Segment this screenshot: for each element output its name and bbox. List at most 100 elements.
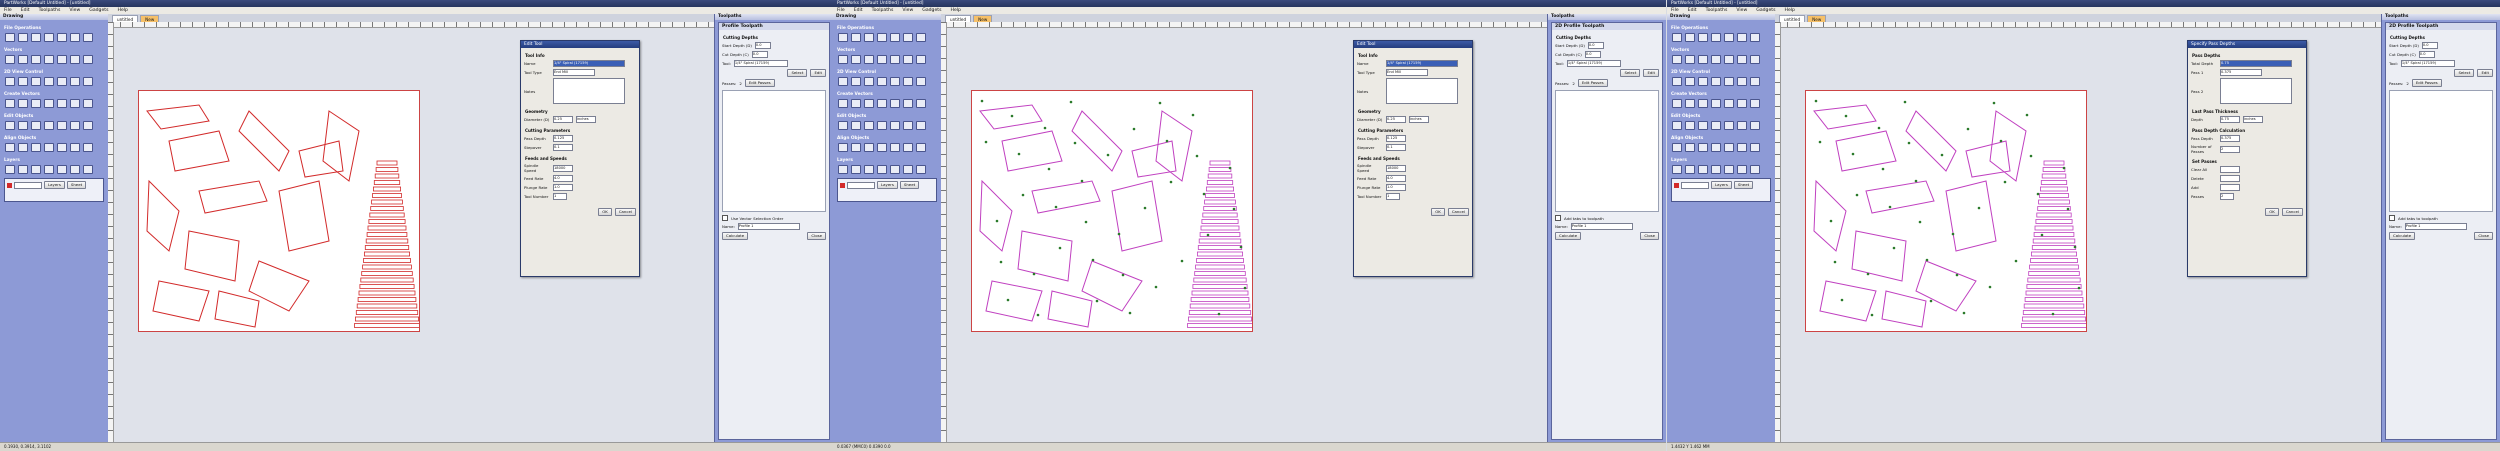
dialog-spindle-input[interactable]: 18000 (1386, 164, 1406, 172)
dialog-diameter-input[interactable]: 0.25 (553, 116, 573, 123)
tool-icon[interactable] (1750, 165, 1760, 174)
tool-icon[interactable] (1711, 165, 1721, 174)
dialog-cancel-button[interactable]: Cancel (1447, 208, 1469, 216)
rung-shape[interactable] (1196, 251, 1243, 257)
tool-icon[interactable] (31, 121, 41, 130)
tool-icon[interactable] (916, 33, 926, 42)
section-file-operations[interactable]: File Operations (1671, 26, 1775, 31)
start-depth-input[interactable]: 0.0 (754, 42, 771, 49)
start-point-marker[interactable] (1021, 193, 1025, 197)
tool-icon[interactable] (70, 143, 80, 152)
start-point-marker[interactable] (1866, 272, 1870, 276)
dialog-feed-rate-input[interactable]: 4.0 (1386, 175, 1406, 182)
start-point-marker[interactable] (1833, 260, 1837, 264)
section-vectors[interactable]: Vectors (1671, 48, 1775, 53)
start-point-marker[interactable] (984, 140, 988, 144)
layer-select[interactable] (1681, 181, 1709, 189)
rung-shape[interactable] (360, 277, 414, 283)
tool-icon[interactable] (903, 33, 913, 42)
start-point-marker[interactable] (1962, 311, 1966, 315)
rung-shape[interactable] (2033, 232, 2075, 237)
tool-icon[interactable] (1685, 55, 1695, 64)
tool-icon[interactable] (44, 55, 54, 64)
cut-depth-input[interactable]: 0.0 (2418, 51, 2435, 58)
vector-shape[interactable] (184, 230, 240, 282)
section-file-operations[interactable]: File Operations (4, 26, 108, 31)
tool-icon[interactable] (1724, 33, 1734, 42)
rung-shape[interactable] (2043, 160, 2065, 166)
rung-shape[interactable] (2030, 251, 2077, 257)
vector-shape[interactable] (1017, 230, 1073, 282)
tool-icon[interactable] (838, 77, 848, 86)
dialog-stepover-input[interactable]: 2 (2220, 145, 2240, 153)
cut-depth-input[interactable]: 0.0 (751, 51, 768, 58)
vector-shape[interactable] (278, 180, 330, 252)
tool-icon[interactable] (864, 77, 874, 86)
dialog-tool-number-input[interactable]: 1 (1386, 193, 1400, 200)
tool-icon[interactable] (1724, 143, 1734, 152)
sheet-button[interactable]: Sheet (66, 181, 87, 189)
start-point-marker[interactable] (999, 260, 1003, 264)
tool-icon[interactable] (5, 143, 15, 152)
edit-tool-button[interactable]: Edit (810, 69, 826, 77)
start-point-marker[interactable] (995, 219, 999, 223)
dialog-spindle-input[interactable]: 18000 (553, 164, 573, 172)
dialog-diameter-input[interactable]: 0.25 (1386, 116, 1406, 123)
tool-icon[interactable] (18, 143, 28, 152)
close-button[interactable]: Close (807, 232, 826, 240)
tool-icon[interactable] (1737, 77, 1747, 86)
rung-shape[interactable] (1202, 212, 1238, 218)
tool-icon[interactable] (1698, 165, 1708, 174)
tool-icon[interactable] (1672, 99, 1682, 108)
vector-shape[interactable] (168, 130, 230, 172)
tool-icon[interactable] (1724, 165, 1734, 174)
option-checkbox[interactable] (722, 215, 728, 221)
start-point-marker[interactable] (2014, 259, 2018, 263)
tool-icon[interactable] (70, 55, 80, 64)
dialog-units-select[interactable]: inches (1409, 116, 1429, 123)
tool-icon[interactable] (1672, 165, 1682, 174)
rung-shape[interactable] (1209, 160, 1231, 166)
start-point-marker[interactable] (1855, 193, 1859, 197)
rung-shape[interactable] (362, 264, 412, 270)
tool-icon[interactable] (5, 121, 15, 130)
start-point-marker[interactable] (1955, 273, 1959, 277)
rung-shape[interactable] (2027, 277, 2081, 283)
tool-icon[interactable] (1698, 77, 1708, 86)
rung-shape[interactable] (1203, 206, 1237, 211)
tool-icon[interactable] (1698, 55, 1708, 64)
rung-shape[interactable] (374, 173, 400, 179)
rung-shape[interactable] (2021, 323, 2087, 328)
rung-shape[interactable] (1187, 323, 1253, 328)
start-point-marker[interactable] (1977, 206, 1981, 210)
start-point-marker[interactable] (2040, 233, 2044, 237)
rung-shape[interactable] (2035, 219, 2073, 224)
start-point-marker[interactable] (2025, 113, 2029, 117)
tool-icon[interactable] (1685, 143, 1695, 152)
tool-icon[interactable] (877, 165, 887, 174)
start-point-marker[interactable] (1154, 285, 1158, 289)
tool-icon[interactable] (1685, 77, 1695, 86)
vector-shape[interactable] (979, 104, 1043, 130)
rung-shape[interactable] (355, 310, 419, 315)
menu-help[interactable]: Help (951, 7, 961, 14)
start-point-marker[interactable] (1929, 299, 1933, 303)
tool-icon[interactable] (903, 165, 913, 174)
dialog-plunge-input[interactable]: 1.0 (1386, 184, 1406, 191)
vector-shape[interactable] (1071, 110, 1123, 172)
tool-icon[interactable] (851, 99, 861, 108)
vector-shape[interactable] (1851, 230, 1907, 282)
tool-icon[interactable] (83, 165, 93, 174)
start-point-marker[interactable] (1165, 139, 1169, 143)
material-sheet[interactable] (138, 90, 420, 332)
tool-icon[interactable] (916, 121, 926, 130)
tool-icon[interactable] (1737, 33, 1747, 42)
start-point-marker[interactable] (2066, 207, 2070, 211)
rung-shape[interactable] (363, 258, 411, 263)
start-point-marker[interactable] (1080, 179, 1084, 183)
tool-icon[interactable] (890, 55, 900, 64)
dialog-pass-depth-input[interactable]: 0.125 (1386, 135, 1406, 142)
menu-toolpaths[interactable]: Toolpaths (872, 7, 894, 14)
tool-icon[interactable] (83, 121, 93, 130)
tool-icon[interactable] (877, 33, 887, 42)
